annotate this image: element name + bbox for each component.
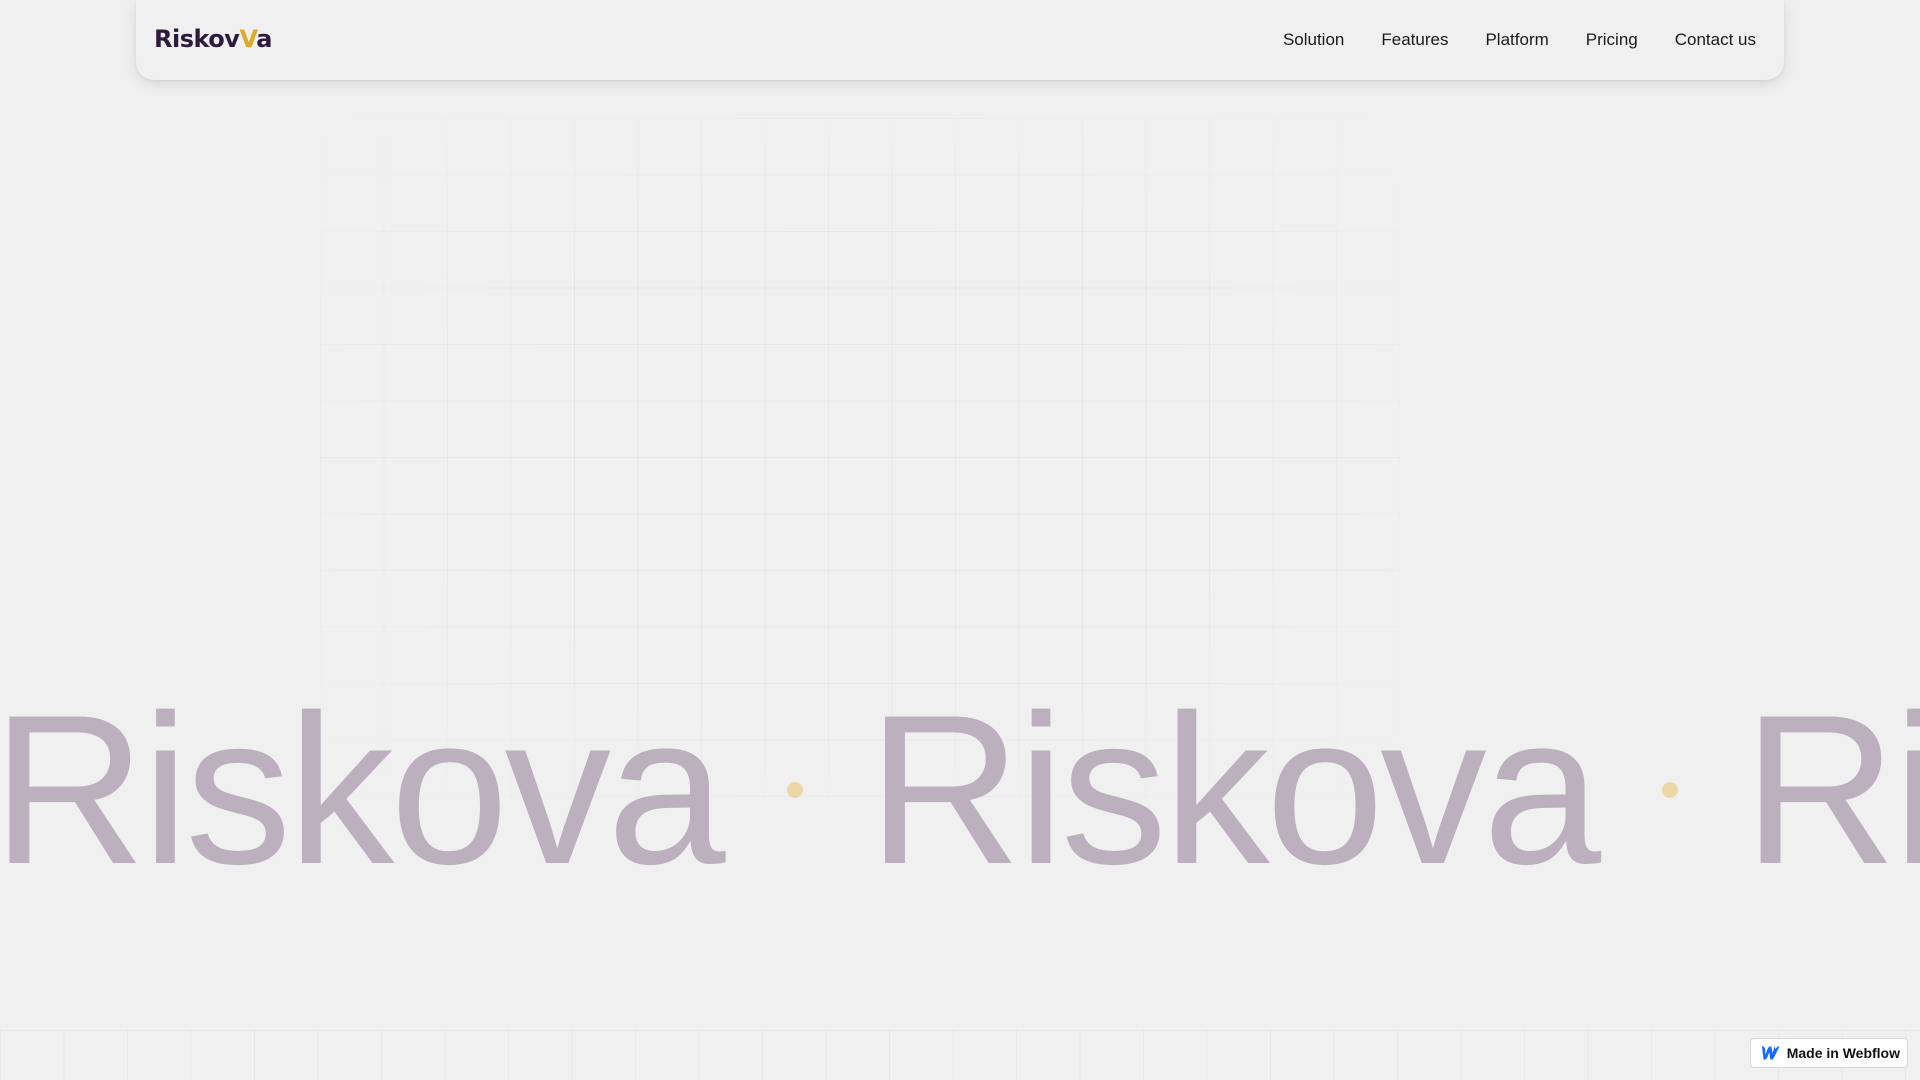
brand-marquee: Riskova Riskova Riskova — [0, 690, 1920, 890]
marquee-word: Riskova — [1743, 690, 1920, 890]
logo-text-end: a — [256, 25, 272, 53]
nav-link-features[interactable]: Features — [1381, 30, 1448, 50]
marquee-word: Riskova — [867, 690, 1602, 890]
logo-link[interactable]: RiskovVa — [154, 24, 272, 54]
nav-link-solution[interactable]: Solution — [1283, 30, 1344, 50]
logo-text-start: Riskov — [154, 25, 240, 53]
logo: RiskovVa — [154, 24, 272, 54]
marquee-word: Riskova — [0, 690, 726, 890]
marquee-dot-separator — [1662, 782, 1679, 798]
main-nav: Solution Features Platform Pricing Conta… — [1283, 0, 1756, 80]
nav-link-pricing[interactable]: Pricing — [1586, 30, 1638, 50]
marquee-track: Riskova Riskova Riskova — [0, 690, 1920, 890]
marquee-dot-separator — [786, 782, 803, 798]
page: RiskovVa Solution Features Platform Pric… — [0, 0, 1920, 1080]
background-grid-bottom — [0, 1030, 1920, 1080]
made-in-webflow-badge[interactable]: Made in Webflow — [1749, 1038, 1908, 1068]
navbar: RiskovVa Solution Features Platform Pric… — [136, 0, 1784, 80]
webflow-icon — [1761, 1046, 1780, 1060]
nav-link-platform[interactable]: Platform — [1485, 30, 1548, 50]
nav-link-contact-us[interactable]: Contact us — [1675, 30, 1756, 50]
logo-text-v: V — [239, 25, 257, 53]
webflow-badge-label: Made in Webflow — [1786, 1045, 1900, 1061]
